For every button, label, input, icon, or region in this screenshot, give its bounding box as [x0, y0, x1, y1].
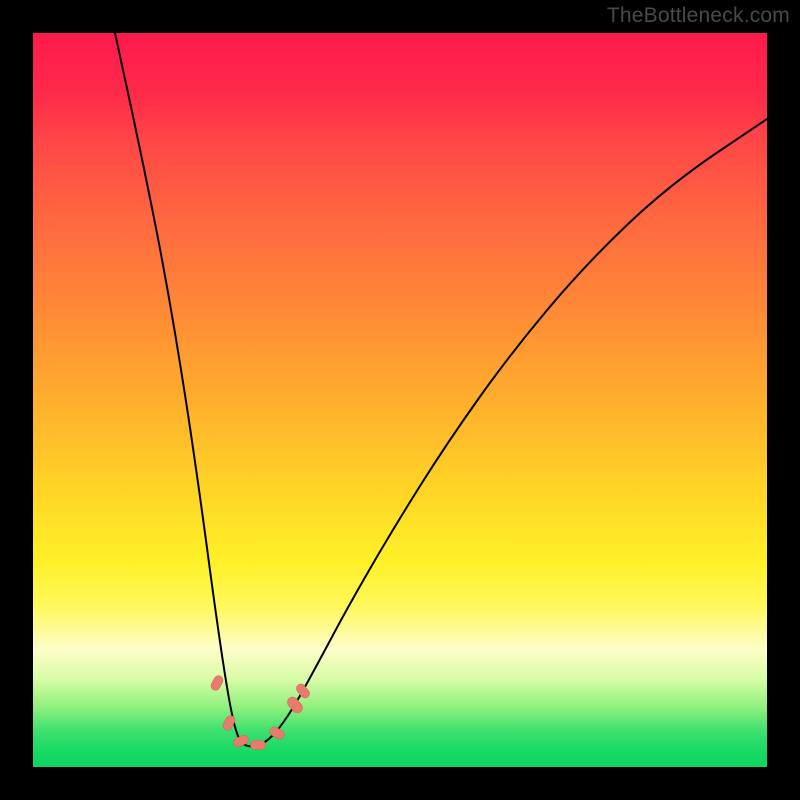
curve-marker: [295, 682, 312, 700]
curve-marker: [250, 740, 265, 749]
bottleneck-curve: [115, 33, 767, 746]
curve-marker: [221, 714, 236, 732]
watermark-text: TheBottleneck.com: [607, 4, 790, 28]
plot-area: [33, 33, 767, 767]
curve-svg: [33, 33, 767, 767]
curve-marker: [209, 674, 224, 692]
valley-markers: [209, 674, 311, 749]
curve-marker: [285, 695, 304, 715]
